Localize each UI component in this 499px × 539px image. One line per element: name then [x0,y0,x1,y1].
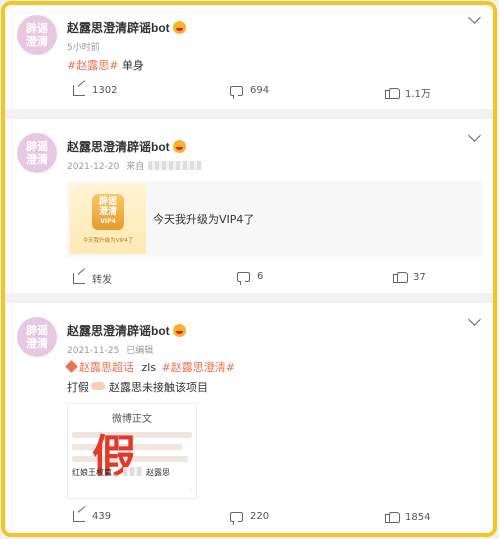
share-button[interactable]: 转发 [73,271,112,286]
super-topic-link[interactable]: 赵露思超话 [65,360,134,374]
post-text: #赵露思# 单身 [67,59,144,72]
share-icon [73,85,85,96]
action-bar: 1302 694 1.1万 [5,85,493,107]
diamond-icon [65,360,78,373]
like-icon [385,87,400,99]
post-time[interactable]: 2021-12-20 [67,162,119,172]
blurred-source [148,161,203,170]
chevron-down-icon[interactable] [468,129,481,142]
feed-post: 辟谣 澄清 赵露思澄清辟谣bot 5小时前 #赵露思# 单身 1302 694 … [5,5,493,109]
post-meta: 2021-11-25 已编辑 [67,343,153,356]
emoji-icon [172,21,186,34]
post-time[interactable]: 5小时前 [67,40,100,53]
like-button[interactable]: 1.1万 [385,85,431,100]
hashtag-link[interactable]: #赵露思澄清# [162,361,235,374]
author-name[interactable]: 赵露思澄清辟谣bot [67,138,186,155]
avatar[interactable]: 辟谣 澄清 [17,133,57,173]
embedded-card[interactable]: 辟谣 澄清 VIP4 今天我升级为VIP4了 今天我升级为VIP4了 [67,181,483,257]
comment-button[interactable]: 220 [230,511,269,525]
comment-icon [230,85,243,99]
author-name[interactable]: 赵露思澄清辟谣bot [67,19,186,36]
comment-button[interactable]: 694 [230,85,269,99]
post-text: 打假 赵露思未接触该项目 [67,381,208,394]
author-name[interactable]: 赵露思澄清辟谣bot [67,322,186,339]
share-icon [73,511,85,522]
emoji-icon [172,140,186,153]
vip-badge-image: 辟谣 澄清 VIP4 今天我升级为VIP4了 [70,184,146,254]
emoji-icon [172,324,186,337]
action-bar: 439 220 1854 [5,511,493,533]
feed-frame: 辟谣 澄清 赵露思澄清辟谣bot 5小时前 #赵露思# 单身 1302 694 … [1,1,497,537]
like-button[interactable]: 37 [393,271,426,283]
edited-label: 已编辑 [126,346,154,356]
comment-icon [237,271,250,285]
comment-icon [230,511,243,525]
pointing-hand-icon [91,382,105,390]
divider [5,293,493,303]
vip-badge: 辟谣 澄清 VIP4 [92,194,124,230]
chevron-down-icon[interactable] [468,313,481,326]
hashtag-link[interactable]: #赵露思# [67,59,118,72]
avatar[interactable]: 辟谣 澄清 [17,317,57,357]
divider [5,109,493,119]
source-label: 来自 [126,162,145,172]
chevron-down-icon[interactable] [468,11,481,24]
post-time[interactable]: 2021-11-25 [67,346,119,356]
post-meta: 2021-12-20 来自 [67,159,203,172]
post-topics: 赵露思超话 zls #赵露思澄清# [65,359,235,375]
like-icon [393,271,408,283]
action-bar: 转发 6 37 [5,271,493,293]
share-icon [73,273,85,284]
watermark: · [190,487,192,494]
avatar[interactable]: 辟谣 澄清 [17,15,57,55]
card-caption: 今天我升级为VIP4了 [153,213,255,226]
post-image[interactable]: 微博正文 假 红娘王权篇， 赵露思 · [67,403,197,499]
like-icon [385,511,400,523]
share-button[interactable]: 1302 [73,85,117,96]
like-button[interactable]: 1854 [385,511,430,523]
feed-post: 辟谣 澄清 赵露思澄清辟谣bot 2021-12-20 来自 辟谣 澄清 VIP… [5,119,493,293]
share-button[interactable]: 439 [73,511,111,522]
feed-post: 辟谣 澄清 赵露思澄清辟谣bot 2021-11-25 已编辑 赵露思超话 zl… [5,303,493,533]
comment-button[interactable]: 6 [237,271,263,285]
